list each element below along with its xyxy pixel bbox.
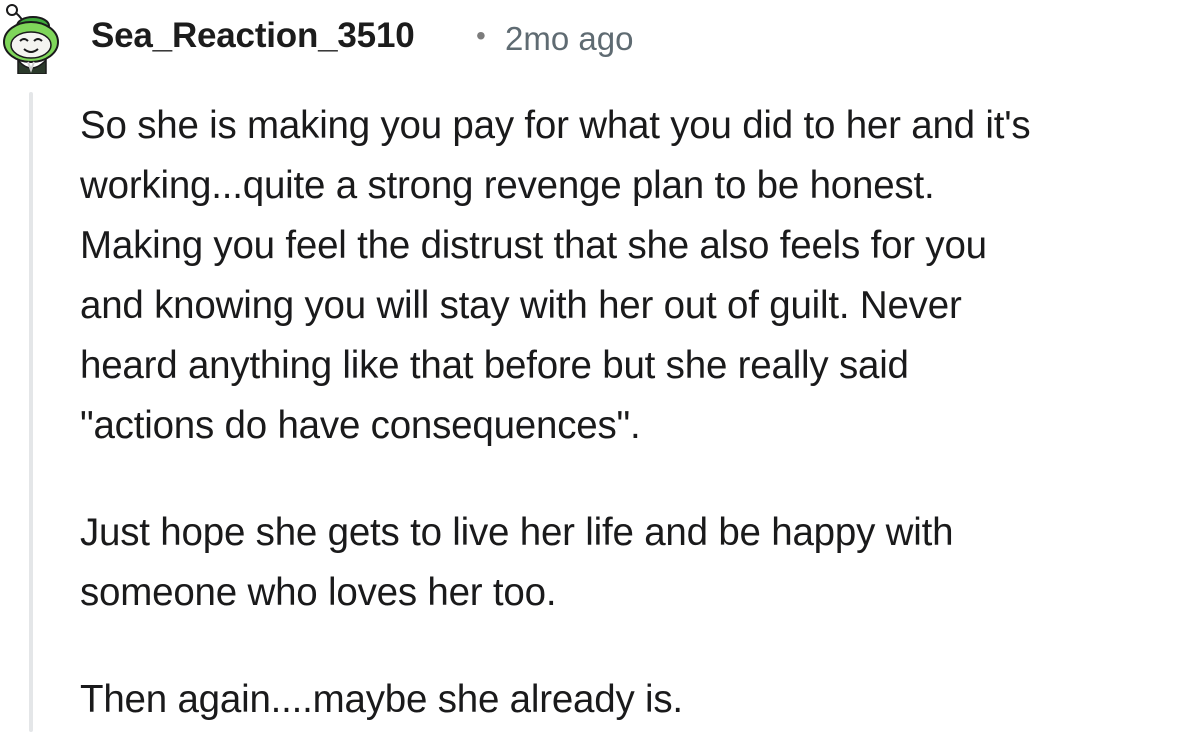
meta-separator: • — [476, 20, 486, 51]
comment-line: working...quite a strong revenge plan to… — [80, 164, 935, 207]
comment-line: Just hope she gets to live her life and … — [80, 511, 954, 554]
comment-author[interactable]: Sea_Reaction_3510 — [91, 16, 415, 56]
user-avatar[interactable] — [0, 4, 66, 75]
comment-line: and knowing you will stay with her out o… — [80, 284, 962, 327]
comment-line: So she is making you pay for what you di… — [80, 104, 1031, 147]
comment-line: "actions do have consequences". — [80, 404, 641, 447]
comment-paragraph-2: Just hope she gets to live her life and … — [80, 503, 1185, 623]
comment-line: someone who loves her too. — [80, 571, 557, 614]
thread-collapse-line[interactable] — [29, 92, 33, 732]
comment-timestamp[interactable]: 2mo ago — [505, 20, 633, 58]
comment: Sea_Reaction_3510 • 2mo ago So she is ma… — [0, 0, 1187, 732]
comment-paragraph-3: Then again....maybe she already is. — [80, 670, 1185, 730]
comment-header: Sea_Reaction_3510 • 2mo ago — [0, 0, 1187, 80]
comment-body: So she is making you pay for what you di… — [80, 96, 1185, 730]
comment-paragraph-1: So she is making you pay for what you di… — [80, 96, 1185, 456]
snoo-avatar-icon — [3, 4, 59, 75]
comment-line: Then again....maybe she already is. — [80, 678, 683, 721]
comment-line: heard anything like that before but she … — [80, 344, 909, 387]
comment-line: Making you feel the distrust that she al… — [80, 224, 987, 267]
